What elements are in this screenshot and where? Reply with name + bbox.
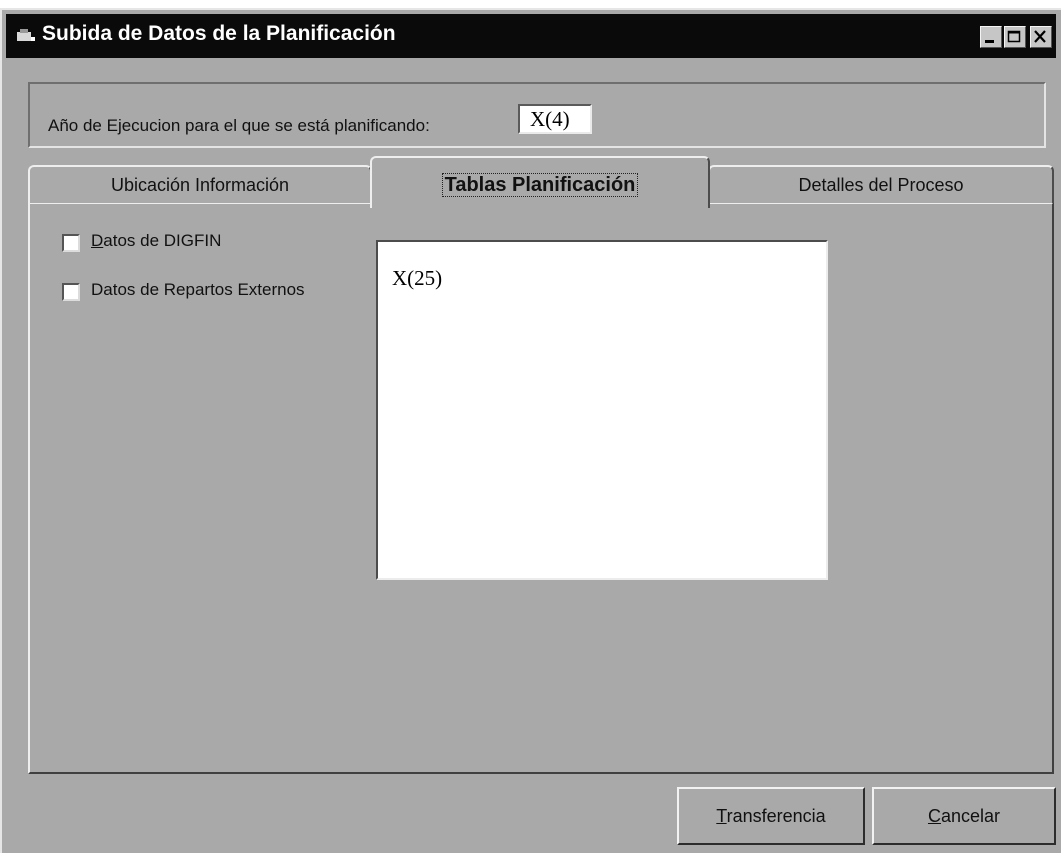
maximize-button[interactable] [1004,26,1026,48]
title-bar[interactable]: Subida de Datos de la Planificación [6,14,1056,58]
maximize-icon [1007,30,1021,43]
accelerator-key: T [716,806,727,826]
accelerator-key: D [91,231,104,250]
accelerator-key: C [927,806,941,826]
tables-list-box[interactable] [376,240,828,580]
minimize-button[interactable] [980,26,1002,48]
tab-label: Ubicación Información [110,175,290,195]
list-item[interactable]: X(25) [392,266,442,291]
cancel-button[interactable]: Cancelar [872,787,1056,845]
checkbox-datos-digfin[interactable] [62,234,80,252]
checkbox-label-datos-digfin[interactable]: Datos de DIGFIN [91,231,221,251]
transfer-button[interactable]: Transferencia [677,787,865,845]
checkbox-datos-repartos-externos[interactable] [62,283,80,301]
tab-tablas-planificacion[interactable]: Tablas Planificación [370,156,710,208]
tab-label: Detalles del Proceso [798,175,964,195]
window-title: Subida de Datos de la Planificación [42,22,396,45]
close-button[interactable] [1030,26,1052,48]
tab-detalles-del-proceso[interactable]: Detalles del Proceso [708,165,1054,203]
checkbox-label-datos-repartos-externos[interactable]: Datos de Repartos Externos [91,280,305,300]
year-label: Año de Ejecucion para el que se está pla… [48,116,430,135]
app-icon [16,28,36,44]
tab-label: Tablas Planificación [441,173,639,197]
year-input[interactable]: X(4) [518,104,592,134]
minimize-icon [985,40,994,43]
close-icon [1034,30,1046,43]
tab-ubicacion-informacion[interactable]: Ubicación Información [28,165,372,203]
